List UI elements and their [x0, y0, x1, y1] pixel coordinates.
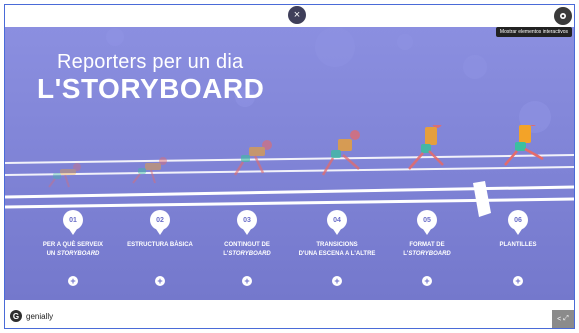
expand-step-06-button[interactable]: +	[513, 276, 523, 286]
share-controls: < ⤢	[552, 310, 574, 328]
close-button[interactable]: ×	[288, 6, 306, 24]
show-interactive-elements-button[interactable]	[554, 7, 572, 25]
bottom-bar: G genially < ⤢	[5, 300, 574, 328]
fullscreen-icon[interactable]: ⤢	[563, 315, 569, 323]
step-label-line: PLANTILLES	[499, 242, 537, 248]
expand-step-02-button[interactable]: +	[155, 276, 165, 286]
expand-step-01-button[interactable]: +	[68, 276, 78, 286]
step-label-line: UN STORYBOARD	[46, 251, 100, 257]
genially-brand[interactable]: G genially	[10, 310, 53, 322]
step-label-line: TRANSICIONS	[316, 242, 358, 248]
step-pin-01[interactable]: 01	[63, 210, 83, 235]
step-label-line: PER A QUÈ SERVEIX	[42, 242, 104, 248]
expand-step-05-button[interactable]: +	[422, 276, 432, 286]
genially-viewer: Reporters per un dia L'STORYBOARD 01 02 …	[4, 4, 575, 329]
step-label-01: PER A QUÈ SERVEIX UN STORYBOARD	[23, 241, 123, 259]
step-pin-05[interactable]: 05	[417, 210, 437, 235]
step-label-03: CONTINGUT DE L'STORYBOARD	[197, 241, 297, 259]
step-label-02: ESTRUCTURA BÀSICA	[110, 241, 210, 250]
brand-name: genially	[26, 311, 54, 321]
title-subtitle: Reporters per un dia	[57, 51, 244, 73]
step-label-line: ESTRUCTURA BÀSICA	[127, 242, 193, 248]
step-label-04: TRANSICIONS D'UNA ESCENA A L'ALTRE	[287, 241, 387, 259]
step-label-line: L'STORYBOARD	[223, 251, 271, 257]
presentation-stage: Reporters per un dia L'STORYBOARD 01 02 …	[5, 27, 574, 302]
step-label-line: L'STORYBOARD	[403, 251, 451, 257]
expand-step-03-button[interactable]: +	[242, 276, 252, 286]
interactive-elements-tooltip: Mostrar elementos interactivos	[495, 27, 572, 37]
runners-illustration	[5, 125, 574, 217]
genially-logo-icon: G	[10, 310, 22, 322]
step-label-05: FORMAT DE L'STORYBOARD	[377, 241, 477, 259]
step-pin-03[interactable]: 03	[237, 210, 257, 235]
step-pin-06[interactable]: 06	[508, 210, 528, 235]
page-title: L'STORYBOARD	[37, 73, 265, 104]
hand-pointer-icon	[560, 13, 566, 19]
step-pin-04[interactable]: 04	[327, 210, 347, 235]
step-pin-02[interactable]: 02	[150, 210, 170, 235]
step-label-line: D'UNA ESCENA A L'ALTRE	[298, 251, 376, 257]
expand-step-04-button[interactable]: +	[332, 276, 342, 286]
share-icon[interactable]: <	[557, 316, 561, 323]
step-label-line: FORMAT DE	[409, 242, 445, 248]
step-label-line: CONTINGUT DE	[224, 242, 270, 248]
step-label-06: PLANTILLES	[468, 241, 568, 250]
